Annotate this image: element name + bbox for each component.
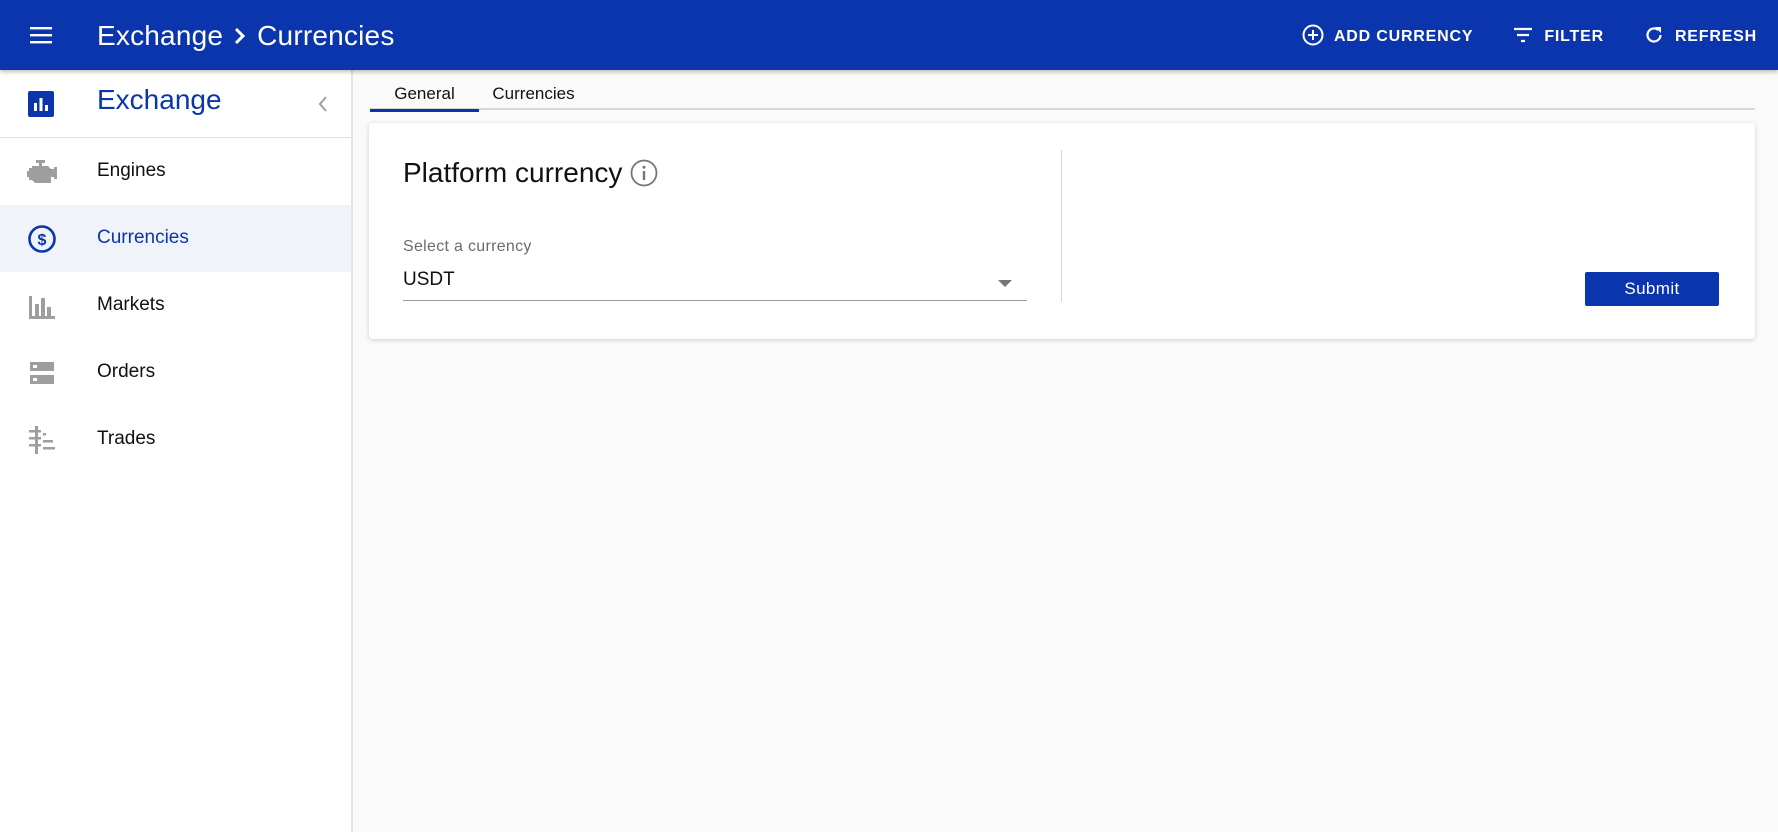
main-content: General Currencies Platform currency Sel… (355, 70, 1778, 832)
dollar-circle-icon: $ (26, 224, 58, 254)
sidebar-item-orders[interactable]: Orders (0, 339, 351, 406)
add-circle-icon (1301, 23, 1334, 52)
card-title: Platform currency (403, 149, 1027, 197)
currency-select-value: USDT (403, 269, 455, 290)
refresh-button[interactable]: REFRESH (1642, 23, 1757, 52)
sidebar-item-label: Engines (97, 160, 166, 181)
tab-bar: General Currencies (370, 82, 1755, 112)
filter-button[interactable]: FILTER (1511, 23, 1604, 52)
add-currency-button[interactable]: ADD CURRENCY (1301, 23, 1473, 52)
platform-currency-card: Platform currency Select a currency USDT… (369, 123, 1755, 339)
trades-icon (26, 425, 58, 455)
sidebar-item-label: Trades (97, 428, 156, 449)
sidebar-item-label: Markets (97, 294, 165, 315)
breadcrumb: Exchange Currencies (97, 16, 395, 56)
sidebar-item-markets[interactable]: Markets (0, 272, 351, 339)
menu-icon[interactable] (24, 20, 60, 50)
add-currency-label: ADD CURRENCY (1333, 28, 1474, 45)
sidebar-header: Exchange (0, 70, 351, 138)
bar-chart-icon (26, 291, 58, 321)
platform-currency-title: Platform currency (403, 157, 623, 188)
sidebar-item-currencies[interactable]: $ Currencies (0, 205, 351, 272)
svg-text:$: $ (38, 232, 47, 249)
breadcrumb-exchange[interactable]: Exchange (97, 20, 223, 52)
caret-down-icon (997, 276, 1013, 294)
refresh-icon (1642, 23, 1675, 52)
filter-label: FILTER (1544, 28, 1604, 45)
tab-general[interactable]: General (370, 82, 479, 112)
breadcrumb-currencies: Currencies (257, 20, 395, 51)
sidebar-title: Exchange (97, 84, 222, 115)
chevron-left-icon[interactable] (316, 93, 330, 120)
sidebar: Exchange Engines $ Currencies Markets Or… (0, 70, 353, 832)
bar-chart-icon (28, 91, 54, 122)
filter-icon (1511, 23, 1544, 52)
toolbar-actions: ADD CURRENCY FILTER REFRESH (1263, 20, 1757, 54)
top-app-bar: Exchange Currencies ADD CURRENCY FILTER … (0, 0, 1778, 70)
engine-icon (26, 157, 58, 187)
card-divider (1061, 150, 1062, 302)
select-currency-label: Select a currency (403, 238, 532, 255)
refresh-label: REFRESH (1674, 28, 1757, 45)
sidebar-item-label: Currencies (97, 227, 189, 248)
currency-select[interactable]: USDT (403, 265, 1027, 301)
sidebar-item-engines[interactable]: Engines (0, 138, 351, 205)
sidebar-item-trades[interactable]: Trades (0, 406, 351, 473)
info-icon[interactable] (630, 159, 658, 187)
chevron-right-icon (233, 26, 247, 46)
card-form: Platform currency Select a currency USDT (403, 149, 1027, 311)
tab-currencies[interactable]: Currencies (479, 82, 588, 110)
storage-icon (26, 358, 58, 388)
submit-button[interactable]: Submit (1585, 272, 1719, 306)
sidebar-item-label: Orders (97, 361, 156, 382)
